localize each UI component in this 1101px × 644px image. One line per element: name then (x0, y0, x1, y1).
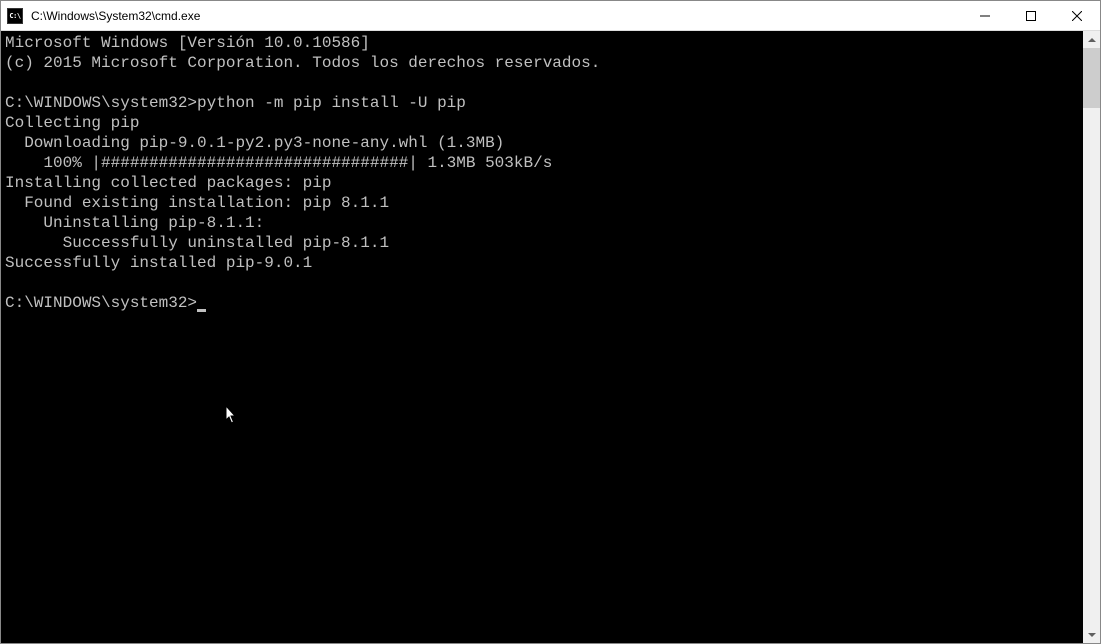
terminal-line: Collecting pip (5, 114, 139, 132)
terminal-cursor (197, 309, 206, 312)
terminal-line: Uninstalling pip-8.1.1: (5, 214, 264, 232)
cmd-icon-text: C:\ (9, 12, 20, 20)
terminal-line: Downloading pip-9.0.1-py2.py3-none-any.w… (5, 134, 504, 152)
cmd-icon: C:\ (7, 8, 23, 24)
cmd-window: C:\ C:\Windows\System32\cmd.exe Microsof… (0, 0, 1101, 644)
terminal-line: Found existing installation: pip 8.1.1 (5, 194, 389, 212)
terminal-line: Installing collected packages: pip (5, 174, 331, 192)
terminal-container: Microsoft Windows [Versión 10.0.10586] (… (1, 31, 1100, 643)
window-title: C:\Windows\System32\cmd.exe (29, 9, 962, 23)
terminal-output[interactable]: Microsoft Windows [Versión 10.0.10586] (… (1, 31, 1083, 643)
maximize-button[interactable] (1008, 1, 1054, 30)
terminal-line: (c) 2015 Microsoft Corporation. Todos lo… (5, 54, 600, 72)
minimize-button[interactable] (962, 1, 1008, 30)
terminal-line: Successfully installed pip-9.0.1 (5, 254, 312, 272)
scroll-up-button[interactable] (1083, 31, 1100, 48)
terminal-line: C:\WINDOWS\system32>python -m pip instal… (5, 94, 466, 112)
window-controls (962, 1, 1100, 30)
scroll-down-button[interactable] (1083, 626, 1100, 643)
terminal-prompt: C:\WINDOWS\system32> (5, 294, 197, 312)
close-button[interactable] (1054, 1, 1100, 30)
terminal-line: Microsoft Windows [Versión 10.0.10586] (5, 34, 370, 52)
titlebar[interactable]: C:\ C:\Windows\System32\cmd.exe (1, 1, 1100, 31)
scroll-thumb[interactable] (1083, 48, 1100, 108)
terminal-line: 100% |################################| … (5, 154, 552, 172)
terminal-line: Successfully uninstalled pip-8.1.1 (5, 234, 389, 252)
scrollbar[interactable] (1083, 31, 1100, 643)
